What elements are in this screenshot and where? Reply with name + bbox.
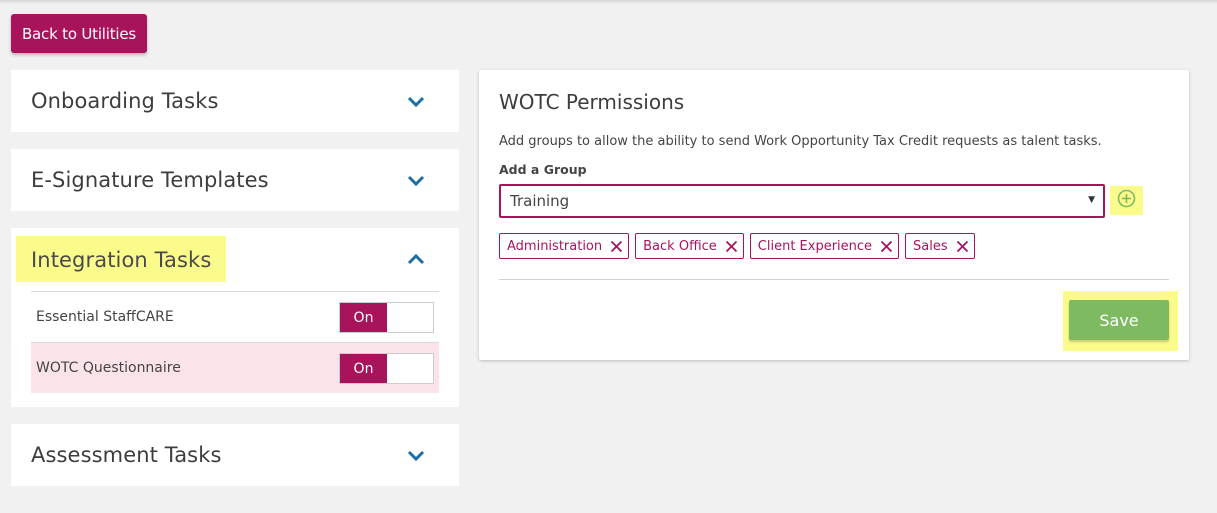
chevron-up-icon[interactable] [407, 252, 425, 266]
assessment-tasks-panel: Assessment Tasks [11, 424, 459, 486]
task-row-wotc-questionnaire[interactable]: WOTC Questionnaire On [31, 342, 439, 393]
onboarding-tasks-header[interactable]: Onboarding Tasks [11, 70, 459, 132]
chevron-down-icon[interactable] [407, 94, 425, 108]
task-row-essential-staffcare: Essential StaffCARE On [31, 291, 439, 342]
essential-staffcare-toggle[interactable]: On [339, 302, 434, 333]
add-group-select-value: Training [510, 192, 570, 210]
wotc-questionnaire-toggle[interactable]: On [339, 353, 434, 384]
chevron-down-icon[interactable] [407, 448, 425, 462]
integration-tasks-panel: Integration Tasks Essential StaffCARE On… [11, 228, 459, 407]
wotc-permissions-title: WOTC Permissions [499, 90, 685, 114]
e-signature-templates-panel: E-Signature Templates [11, 149, 459, 211]
save-button[interactable]: Save [1069, 300, 1169, 340]
top-shadow [0, 0, 1217, 4]
toggle-on-label: On [340, 354, 387, 383]
remove-icon[interactable] [956, 240, 969, 253]
group-tag-client-experience: Client Experience [749, 233, 900, 259]
onboarding-tasks-title: Onboarding Tasks [31, 89, 219, 113]
tag-label: Administration [507, 238, 603, 254]
remove-icon[interactable] [880, 240, 893, 253]
integration-tasks-title: Integration Tasks [16, 236, 227, 282]
tag-label: Sales [913, 238, 948, 254]
e-signature-templates-title: E-Signature Templates [31, 168, 269, 192]
remove-icon[interactable] [725, 240, 738, 253]
tag-label: Back Office [643, 238, 717, 254]
task-label: Essential StaffCARE [36, 309, 174, 325]
toggle-on-label: On [340, 303, 387, 332]
remove-icon[interactable] [610, 240, 623, 253]
group-tag-back-office: Back Office [635, 233, 744, 259]
plus-circle-icon [1117, 189, 1136, 212]
divider [499, 279, 1169, 280]
back-to-utilities-button[interactable]: Back to Utilities [11, 14, 147, 53]
group-tag-sales: Sales [905, 233, 975, 259]
assessment-tasks-title: Assessment Tasks [31, 443, 222, 467]
e-signature-templates-header[interactable]: E-Signature Templates [11, 149, 459, 211]
group-tag-administration: Administration [499, 233, 630, 259]
task-label: WOTC Questionnaire [36, 360, 181, 376]
group-tags: Administration Back Office Client Experi… [499, 233, 975, 259]
add-group-label: Add a Group [499, 162, 587, 177]
wotc-permissions-card: WOTC Permissions Add groups to allow the… [479, 70, 1189, 360]
tag-label: Client Experience [757, 238, 873, 254]
assessment-tasks-header[interactable]: Assessment Tasks [11, 424, 459, 486]
add-group-button[interactable] [1110, 186, 1143, 215]
caret-down-icon: ▼ [1088, 195, 1095, 205]
onboarding-tasks-panel: Onboarding Tasks [11, 70, 459, 132]
chevron-down-icon[interactable] [407, 173, 425, 187]
add-group-select[interactable]: Training ▼ [499, 184, 1105, 218]
integration-tasks-header[interactable]: Integration Tasks [11, 228, 459, 290]
wotc-description: Add groups to allow the ability to send … [499, 134, 1102, 149]
